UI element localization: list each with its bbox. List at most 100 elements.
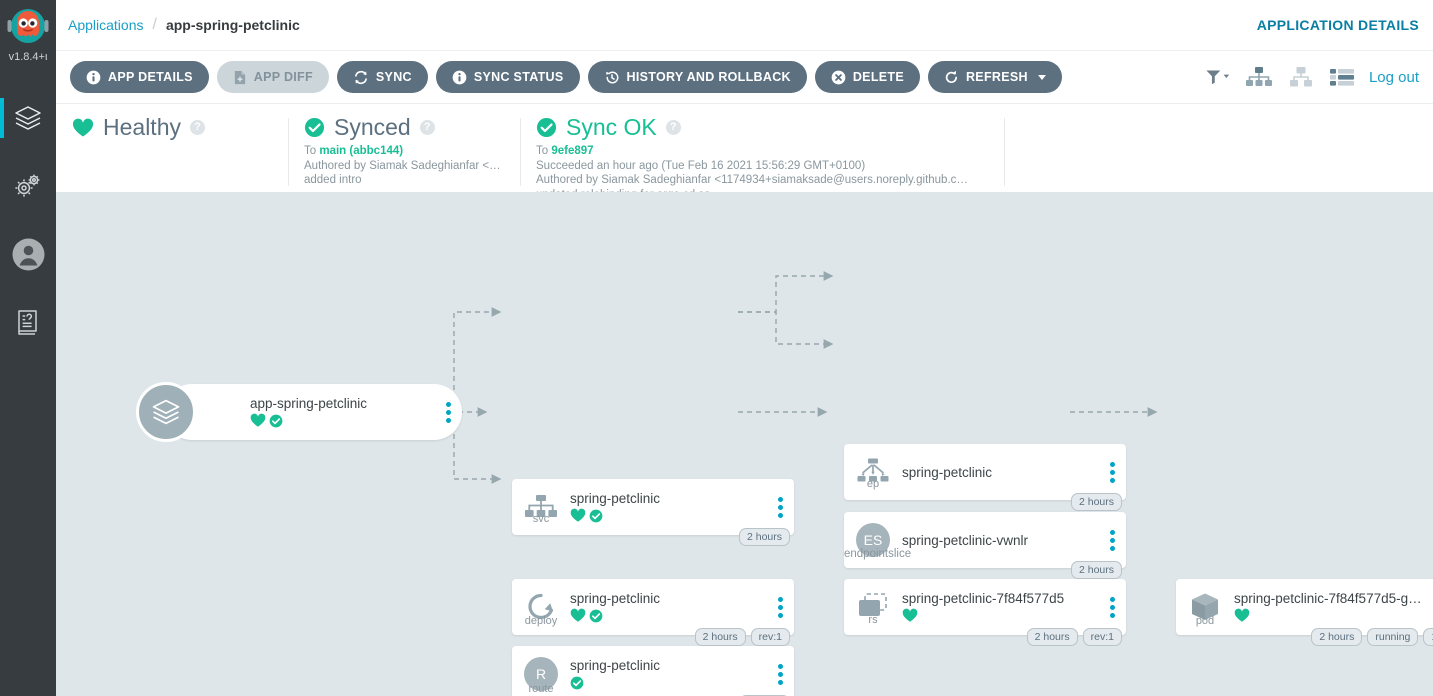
- layers-icon: [15, 106, 41, 130]
- breadcrumb-applications-link[interactable]: Applications: [68, 17, 144, 33]
- sync-status-cell: Synced ? To main (abbc144) Authored by S…: [288, 114, 520, 192]
- graph-node-menu-button[interactable]: [1098, 596, 1126, 618]
- sync-revision-link[interactable]: main (abbc144): [319, 145, 403, 157]
- graph-node-menu-button[interactable]: [766, 596, 794, 618]
- graph-node-badges: 2 hours: [1070, 560, 1122, 579]
- sync-button-label: SYNC: [375, 70, 412, 84]
- graph-node-badges: 2 hours rev:1: [1026, 627, 1122, 646]
- network-view-icon[interactable]: [1287, 66, 1315, 88]
- service-tree-icon: svc: [512, 494, 570, 525]
- letter-r-icon: R route: [512, 657, 570, 695]
- filter-icon[interactable]: [1205, 68, 1231, 86]
- refresh-button[interactable]: REFRESH: [927, 61, 1062, 93]
- sync-message-line: added intro: [304, 174, 362, 187]
- app-status-bar: Healthy ? Synced ? To main (abbc144) Aut…: [56, 103, 1433, 201]
- deployment-rotate-icon: deploy: [512, 591, 570, 627]
- check-circle-icon: [589, 609, 603, 622]
- user-avatar-icon: [12, 238, 44, 270]
- refresh-icon: [945, 70, 958, 83]
- gears-icon: [15, 174, 40, 197]
- breadcrumb-separator: /: [152, 16, 157, 33]
- sidebar-item-settings[interactable]: [0, 152, 56, 220]
- graph-node-health: [570, 608, 762, 623]
- graph-node-menu-button[interactable]: [766, 496, 794, 518]
- graph-node-menu-button[interactable]: [1098, 529, 1126, 551]
- graph-node-rs[interactable]: rs spring-petclinic-7f84f577d5 2 hours r…: [844, 579, 1126, 646]
- graph-node-kind: svc: [532, 512, 550, 525]
- delete-button[interactable]: DELETE: [814, 61, 920, 93]
- graph-node-menu-button[interactable]: [1098, 461, 1126, 483]
- graph-node-badges: 2 hours running 1/1: [1311, 627, 1433, 646]
- graph-node-badges: 2 hours: [738, 527, 790, 546]
- file-diff-icon: [234, 70, 245, 84]
- graph-node-menu-button[interactable]: [766, 663, 794, 685]
- resource-tree-canvas[interactable]: app-spring-petclinic svc spring-petclini…: [56, 192, 1433, 696]
- status-badge: 2 hours: [1070, 560, 1122, 579]
- graph-node-ep[interactable]: ep spring-petclinic 2 hours: [844, 444, 1126, 511]
- action-toolbar: APP DETAILS APP DIFF SYNC SYNC STATUS HI…: [56, 50, 1433, 103]
- health-help-icon[interactable]: ?: [189, 120, 205, 135]
- operation-revision-link[interactable]: 9efe897: [551, 145, 593, 157]
- argo-logo-block[interactable]: v1.8.4+ι: [0, 0, 56, 72]
- graph-node-svc[interactable]: svc spring-petclinic 2 hours: [512, 479, 794, 546]
- operation-status-cell: Sync OK ? To 9efe897 Succeeded an hour a…: [520, 114, 1004, 201]
- list-view-icon[interactable]: [1329, 67, 1355, 87]
- ready-count-badge: 1/1: [1423, 627, 1433, 646]
- graph-node-pod[interactable]: pod spring-petclinic-7f84f577d5-g… 2 hou…: [1176, 579, 1433, 646]
- graph-node-title: spring-petclinic: [570, 591, 661, 606]
- info-icon: [452, 70, 467, 84]
- app-diff-button-label: APP DIFF: [253, 70, 313, 84]
- sync-to-prefix: To: [304, 145, 317, 157]
- replicaset-stack-icon: rs: [844, 592, 902, 626]
- graph-node-kind: endpointslice: [844, 548, 912, 560]
- graph-node-title: spring-petclinic-7f84f577d5: [902, 591, 1065, 606]
- sync-help-icon[interactable]: ?: [419, 120, 435, 135]
- app-diff-button[interactable]: APP DIFF: [216, 61, 329, 93]
- graph-node-health: [902, 608, 1094, 623]
- layers-circle-icon: [136, 382, 196, 442]
- heart-icon: [902, 608, 918, 622]
- heart-icon: [570, 608, 586, 622]
- graph-node-title: app-spring-petclinic: [250, 396, 368, 411]
- view-controls: Log out: [1205, 66, 1419, 88]
- history-clock-icon: [605, 71, 618, 83]
- app-details-button-label: APP DETAILS: [108, 70, 193, 84]
- history-and-rollback-button[interactable]: HISTORY AND ROLLBACK: [587, 61, 807, 93]
- graph-node-application[interactable]: app-spring-petclinic: [136, 382, 462, 442]
- operation-status-title: Sync OK: [566, 114, 657, 140]
- graph-node-kind: route: [528, 683, 554, 695]
- operation-to-prefix: To: [536, 145, 549, 157]
- tree-view-icon[interactable]: [1245, 66, 1273, 88]
- sync-status-button[interactable]: SYNC STATUS: [435, 61, 580, 93]
- heart-icon: [72, 118, 94, 136]
- status-badge: 2 hours: [1026, 627, 1078, 646]
- heart-icon: [570, 508, 586, 522]
- graph-node-health: [570, 675, 762, 690]
- argo-octopus-logo: [5, 4, 51, 50]
- pod-cube-icon: pod: [1176, 591, 1234, 627]
- sidebar-item-user-info[interactable]: [0, 220, 56, 288]
- help-book-icon: [18, 310, 37, 335]
- graph-node-menu-button[interactable]: [434, 401, 462, 423]
- logout-link[interactable]: Log out: [1369, 69, 1419, 86]
- heart-icon: [250, 413, 266, 427]
- graph-node-route[interactable]: R route spring-petclinic 2 hours: [512, 646, 794, 696]
- graph-node-deploy[interactable]: deploy spring-petclinic 2 hours rev:1: [512, 579, 794, 646]
- sidebar-item-documentation[interactable]: [0, 288, 56, 356]
- graph-node-title: spring-petclinic-7f84f577d5-g…: [1234, 591, 1422, 606]
- graph-node-kind: deploy: [524, 615, 558, 627]
- operation-succeeded-line: Succeeded an hour ago (Tue Feb 16 2021 1…: [536, 159, 866, 172]
- sync-button[interactable]: SYNC: [336, 61, 428, 93]
- sidebar-item-applications[interactable]: [0, 84, 56, 152]
- graph-node-endpointslice[interactable]: ES endpointslice spring-petclinic-vwnlr …: [844, 512, 1126, 579]
- operation-help-icon[interactable]: ?: [665, 120, 681, 135]
- check-circle-icon: [304, 117, 325, 138]
- left-sidebar: v1.8.4+ι: [0, 0, 56, 696]
- version-label: v1.8.4+ι: [8, 51, 48, 63]
- app-details-button[interactable]: APP DETAILS: [70, 61, 209, 93]
- check-circle-icon: [536, 117, 557, 138]
- graph-node-badges: 2 hours: [1070, 492, 1122, 511]
- revision-badge: rev:1: [750, 627, 790, 646]
- breadcrumb: Applications / app-spring-petclinic: [68, 16, 300, 34]
- close-circle-icon: [831, 70, 846, 84]
